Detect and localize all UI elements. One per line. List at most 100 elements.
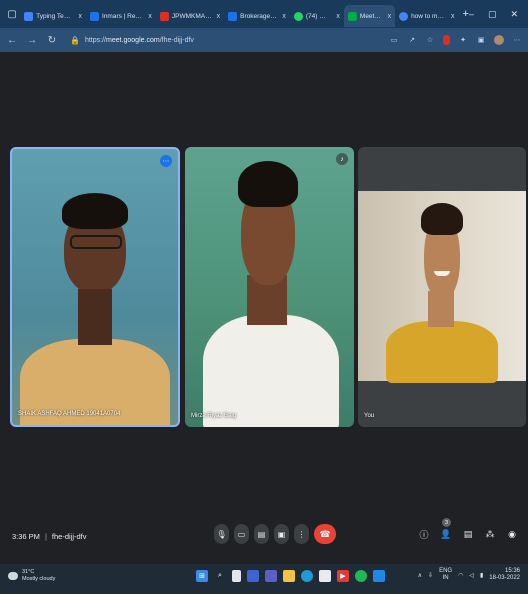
browser-tab[interactable]: Brokerage calculator x	[224, 5, 290, 27]
edge-icon[interactable]	[301, 570, 313, 582]
profile-avatar[interactable]	[494, 35, 504, 45]
meeting-details: 3:36 PM | fhe-dijj-dfv	[12, 532, 87, 541]
tab-close-icon[interactable]: x	[282, 13, 286, 20]
app-blue-icon[interactable]	[373, 570, 385, 582]
tab-favicon-icon	[399, 11, 409, 21]
volume-icon[interactable]: ◁	[469, 572, 474, 579]
separator: |	[44, 532, 47, 541]
toolbar-actions: ▭ ↗ ☆ ✦ ▣ ⋯	[389, 35, 522, 45]
participant-name: You	[364, 413, 375, 419]
store-icon[interactable]	[319, 570, 331, 582]
browser-tab[interactable]: JPWMKMAN FUT (C) x	[156, 5, 224, 27]
meeting-info-icon[interactable]: ⓘ	[418, 527, 430, 541]
windows-start-icon[interactable]: ⊞	[196, 570, 208, 582]
weather-text: 31°C Mostly cloudy	[22, 569, 55, 583]
weather-widget[interactable]: 31°C Mostly cloudy	[8, 569, 55, 583]
cloud-icon	[8, 572, 18, 580]
captions-button[interactable]: ▤	[254, 524, 269, 544]
tab-favicon-icon	[90, 11, 100, 21]
tab-favicon-icon	[228, 11, 238, 21]
participant-tile[interactable]: ⋯ SHAIK ASHFAQ AHMED 19041A0704	[10, 147, 180, 427]
search-icon[interactable]: ⌕	[214, 570, 226, 582]
tab-favicon-icon	[347, 11, 357, 21]
file-explorer-icon[interactable]	[283, 570, 295, 582]
lock-icon[interactable]: 🔒	[70, 36, 80, 45]
chevron-up-icon[interactable]: ∧	[418, 572, 422, 579]
tab-search-icon[interactable]: ▣	[476, 35, 486, 45]
tab-favicon-icon	[24, 11, 34, 21]
browser-toolbar: ← → ↻ 🔒 https://meet.google.com/fhe-dijj…	[0, 28, 528, 52]
tab-close-icon[interactable]: x	[217, 13, 221, 20]
tab-title: Typing Test English -	[36, 12, 73, 20]
browser-tab[interactable]: Inmars | Real Estate N x	[86, 5, 156, 27]
url-scheme: https://	[84, 36, 106, 44]
teams-chat-icon[interactable]	[265, 570, 277, 582]
battery-icon[interactable]: ▮	[480, 572, 483, 579]
camera-permission-icon[interactable]: ▭	[389, 35, 399, 45]
tab-actions-icon[interactable]: ▢	[7, 7, 17, 21]
browser-menu-icon[interactable]: ⋯	[512, 35, 522, 45]
clock-date: 18-03-2022	[489, 575, 520, 581]
participant-tile[interactable]: ♪ Mirza Riyaz Baig	[185, 147, 354, 427]
clock-time: 15:36	[504, 568, 520, 574]
people-button[interactable]: 👤 3	[440, 518, 452, 541]
browser-tab[interactable]: how to make image x	[395, 5, 458, 27]
system-clock[interactable]: 15:36 18-03-2022	[489, 568, 520, 582]
activities-icon[interactable]: ⁂	[484, 527, 496, 541]
host-controls-icon[interactable]: ◉	[506, 527, 518, 541]
meeting-side-controls: ⓘ 👤 3 ▤ ⁂ ◉	[418, 518, 518, 541]
language-indicator[interactable]: ENG IN	[439, 568, 452, 582]
participant-video	[185, 147, 354, 427]
browser-tab[interactable]: Typing Test English - x	[20, 5, 86, 27]
browser-tab[interactable]: (74) WhatsApp x	[290, 5, 344, 27]
participant-tile-self[interactable]: You	[358, 147, 526, 427]
weather-desc: Mostly cloudy	[22, 576, 56, 582]
url-host: meet.google.com	[105, 36, 160, 44]
youtube-icon[interactable]: ▶	[337, 570, 349, 582]
more-options-icon[interactable]: ⋯	[160, 155, 172, 167]
tab-title: (74) WhatsApp	[305, 12, 332, 20]
tab-close-icon[interactable]: x	[79, 13, 83, 20]
tab-title: Meet - fhe-dijj	[359, 12, 383, 20]
more-options-button[interactable]: ⋮	[294, 524, 309, 544]
bookmark-star-icon[interactable]: ☆	[425, 35, 435, 45]
participant-video	[12, 149, 178, 425]
wifi-icon[interactable]: ◠	[458, 572, 463, 579]
tab-title: how to make image	[411, 12, 446, 20]
minimize-icon[interactable]: –	[469, 9, 474, 20]
tab-title: JPWMKMAN FUT (C)	[171, 12, 212, 20]
extensions-puzzle-icon[interactable]: ✦	[458, 35, 468, 45]
microphone-button[interactable]: 🎙	[214, 524, 229, 544]
address-bar[interactable]: 🔒 https://meet.google.com/fhe-dijj-dfv	[66, 32, 381, 48]
camera-button[interactable]: ▭	[234, 524, 249, 544]
leave-call-button[interactable]: ☎	[314, 524, 336, 544]
weather-temp: 31°C	[22, 569, 35, 575]
share-icon[interactable]: ↗	[407, 35, 417, 45]
spotify-icon[interactable]	[355, 570, 367, 582]
tab-title: Brokerage calculator	[240, 12, 277, 20]
meet-stage: ⋯ SHAIK ASHFAQ AHMED 19041A0704 ♪ Mirza …	[0, 52, 528, 564]
participant-name: Mirza Riyaz Baig	[191, 413, 237, 419]
maximize-icon[interactable]: ▢	[488, 9, 497, 20]
participant-name: SHAIK ASHFAQ AHMED 19041A0704	[18, 411, 121, 417]
widgets-icon[interactable]	[247, 570, 259, 582]
tab-close-icon[interactable]: x	[451, 13, 455, 20]
extension-red-icon[interactable]	[443, 35, 450, 45]
tab-close-icon[interactable]: x	[148, 13, 152, 20]
back-icon[interactable]: ←	[6, 35, 18, 46]
call-controls: 🎙 ▭ ▤ ▣ ⋮ ☎	[214, 524, 336, 544]
browser-tab-active[interactable]: Meet - fhe-dijj x	[343, 5, 396, 27]
present-screen-button[interactable]: ▣	[274, 524, 289, 544]
usb-icon[interactable]: ⇩	[428, 572, 433, 579]
forward-icon[interactable]: →	[26, 35, 38, 46]
system-tray: ∧ ⇩ ENG IN ◠ ◁ ▮ 15:36 18-03-2022	[418, 568, 520, 582]
url-text: https://meet.google.com/fhe-dijj-dfv	[85, 37, 194, 44]
url-path: /fhe-dijj-dfv	[159, 36, 194, 44]
reload-icon[interactable]: ↻	[46, 35, 58, 46]
muted-mic-icon: ♪	[336, 153, 348, 165]
task-view-icon[interactable]	[232, 570, 241, 582]
chat-icon[interactable]: ▤	[462, 527, 474, 541]
close-window-icon[interactable]: ✕	[510, 9, 518, 20]
tab-close-icon[interactable]: x	[336, 13, 340, 20]
tab-close-icon[interactable]: x	[388, 13, 392, 20]
